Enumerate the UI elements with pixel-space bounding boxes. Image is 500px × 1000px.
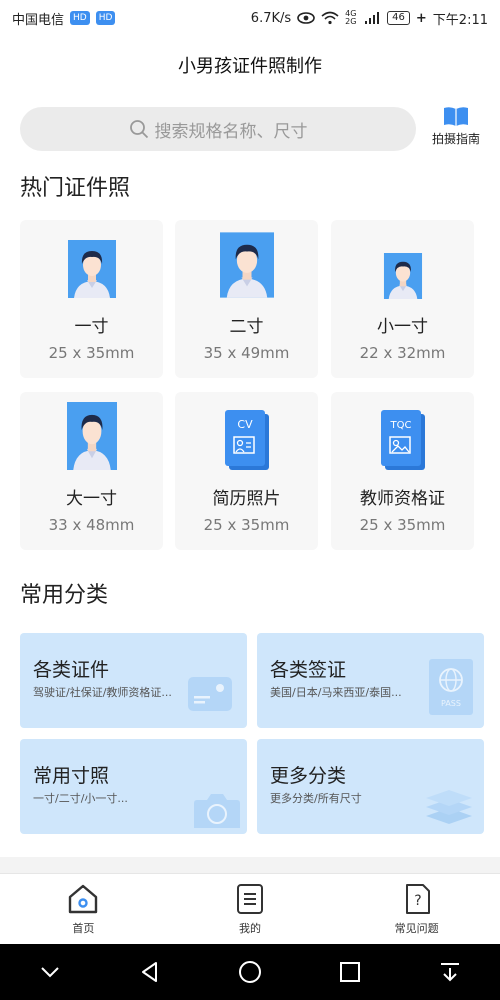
guide-button[interactable]: 拍摄指南 xyxy=(428,106,484,147)
category-card-more[interactable]: 更多分类 更多分类/所有尺寸 xyxy=(257,739,484,834)
divider xyxy=(0,857,500,873)
hd-badge: HD xyxy=(70,11,90,25)
guide-label: 拍摄指南 xyxy=(431,132,480,146)
battery-indicator: 46 xyxy=(387,11,410,25)
layers-icon xyxy=(426,790,472,824)
category-name: 更多分类 xyxy=(270,765,347,787)
category-name: 常用寸照 xyxy=(33,765,110,787)
search-input[interactable]: 搜索规格名称、尺寸 xyxy=(20,107,416,151)
portrait-icon xyxy=(66,402,117,470)
tab-faq[interactable]: ? 常见问题 xyxy=(333,874,500,944)
search-icon xyxy=(129,120,148,139)
eye-icon xyxy=(297,12,315,24)
category-name: 各类证件 xyxy=(33,659,110,681)
card-name: 二寸 xyxy=(229,317,264,337)
back-icon[interactable] xyxy=(138,960,162,984)
network-speed: 6.7K/s xyxy=(250,10,292,26)
hd-badge: HD xyxy=(95,11,116,25)
tab-label: 常见问题 xyxy=(394,921,439,935)
wifi-icon xyxy=(321,11,339,25)
category-desc: 更多分类/所有尺寸 xyxy=(270,792,362,805)
category-desc: 驾驶证/社保证/教师资格证... xyxy=(33,686,172,699)
section-title-categories: 常用分类 xyxy=(20,583,109,608)
card-name: 教师资格证 xyxy=(360,489,445,509)
svg-text:?: ? xyxy=(414,893,421,909)
question-icon: ? xyxy=(405,883,430,914)
card-name: 一寸 xyxy=(74,317,109,337)
photo-spec-card[interactable]: 二寸 35 x 49mm xyxy=(175,220,318,378)
category-card-visa[interactable]: 各类签证 美国/日本/马来西亚/泰国... PASS xyxy=(257,633,484,728)
camera-icon xyxy=(194,794,240,828)
photo-spec-card[interactable]: 大一寸 33 x 48mm xyxy=(20,392,163,550)
photo-spec-card[interactable]: 一寸 25 x 35mm xyxy=(20,220,163,378)
tab-bar: 首页 我的 ? 常见问题 xyxy=(0,873,500,944)
category-card-common-sizes[interactable]: 常用寸照 一寸/二寸/小一寸... xyxy=(20,739,247,834)
section-title-hot: 热门证件照 xyxy=(20,176,131,201)
card-name: 大一寸 xyxy=(66,489,117,509)
passport-icon: PASS xyxy=(429,659,473,715)
tab-label: 首页 xyxy=(72,921,95,935)
book-icon xyxy=(444,107,468,126)
portrait-icon xyxy=(67,240,116,298)
svg-text:PASS: PASS xyxy=(441,699,461,708)
svg-text:TQC: TQC xyxy=(389,420,411,431)
home-icon xyxy=(69,884,98,913)
tqc-icon: TQC xyxy=(380,410,425,470)
home-nav-icon[interactable] xyxy=(238,960,262,984)
tab-home[interactable]: 首页 xyxy=(0,874,167,944)
cv-icon: CV xyxy=(224,410,269,470)
search-placeholder: 搜索规格名称、尺寸 xyxy=(154,121,308,142)
tab-mine[interactable]: 我的 xyxy=(167,874,334,944)
system-nav-bar xyxy=(0,944,500,1000)
card-name: 小一寸 xyxy=(377,317,428,337)
clock: 下午2:11 xyxy=(432,12,488,28)
card-size: 25 x 35mm xyxy=(359,516,446,534)
page-title: 小男孩证件照制作 xyxy=(178,56,322,77)
charging-icon: + xyxy=(415,10,427,26)
card-size: 25 x 35mm xyxy=(48,344,135,362)
signal-icon xyxy=(365,12,380,24)
document-icon xyxy=(237,883,263,914)
category-desc: 美国/日本/马来西亚/泰国... xyxy=(270,686,402,699)
status-bar: 中国电信 HD HD 6.7K/s 4G 2G 46 + 下午2:11 xyxy=(0,0,500,36)
tab-label: 我的 xyxy=(239,921,261,935)
category-desc: 一寸/二寸/小一寸... xyxy=(33,792,128,805)
id-card-icon xyxy=(188,677,232,711)
card-size: 22 x 32mm xyxy=(359,344,446,362)
card-name: 简历照片 xyxy=(212,489,281,509)
category-name: 各类签证 xyxy=(270,659,347,681)
photo-spec-card[interactable]: 小一寸 22 x 32mm xyxy=(331,220,474,378)
notification-pulldown-icon[interactable] xyxy=(438,960,462,984)
network-type: 4G 2G xyxy=(345,9,357,26)
photo-spec-card[interactable]: CV 简历照片 25 x 35mm xyxy=(175,392,318,550)
portrait-icon xyxy=(383,253,422,299)
recents-icon[interactable] xyxy=(338,960,362,984)
photo-spec-card[interactable]: TQC 教师资格证 25 x 35mm xyxy=(331,392,474,550)
category-card-certificates[interactable]: 各类证件 驾驶证/社保证/教师资格证... xyxy=(20,633,247,728)
chevron-down-icon[interactable] xyxy=(38,960,62,984)
card-size: 33 x 48mm xyxy=(48,516,135,534)
portrait-icon xyxy=(219,232,274,298)
card-size: 25 x 35mm xyxy=(203,516,290,534)
svg-text:CV: CV xyxy=(237,418,253,431)
carrier-label: 中国电信 xyxy=(12,12,65,28)
card-size: 35 x 49mm xyxy=(203,344,290,362)
